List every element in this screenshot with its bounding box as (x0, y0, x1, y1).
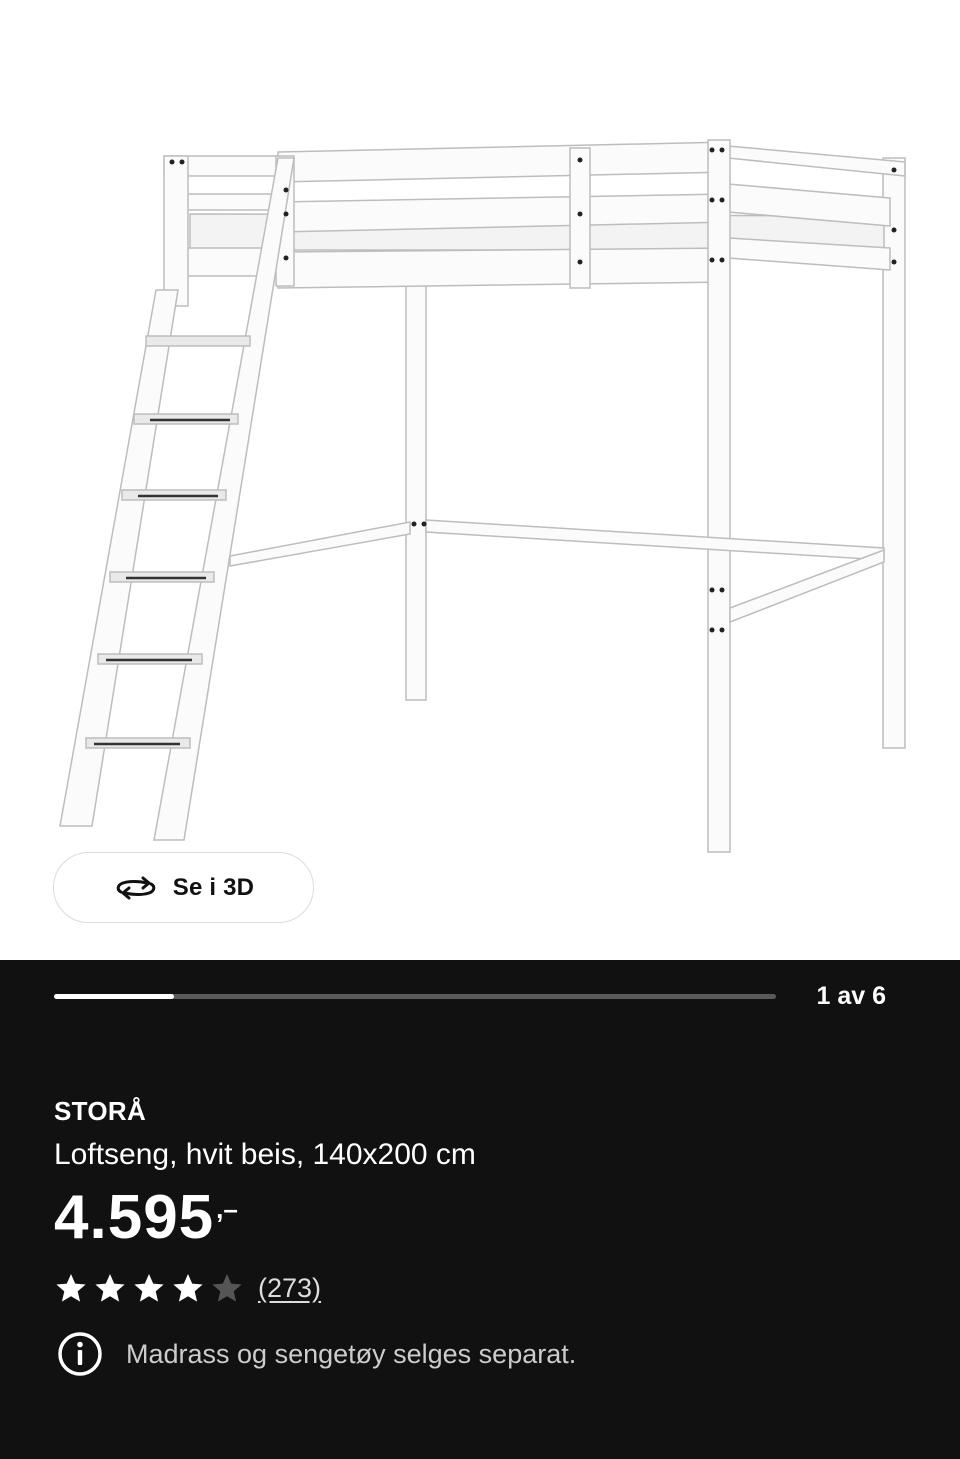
star-filled-icon (56, 1274, 86, 1302)
separate-sale-note-text: Madrass og sengetøy selges separat. (126, 1338, 577, 1369)
review-count-link[interactable]: (273) (258, 1273, 321, 1304)
product-price: 4.595 ,– (54, 1184, 238, 1252)
gallery-counter: 1 av 6 (816, 982, 886, 1010)
view-in-3d-label: Se i 3D (172, 873, 255, 901)
rotate-3d-icon (116, 876, 156, 899)
star-empty-icon (212, 1274, 242, 1302)
product-rating: (273) (54, 1272, 321, 1304)
product-description: Loftseng, hvit beis, 140x200 cm (54, 1138, 476, 1171)
product-name: STORÅ (54, 1096, 147, 1126)
gallery-progress-fill (54, 994, 175, 999)
star-filled-icon (134, 1274, 164, 1302)
price-suffix: ,– (216, 1194, 238, 1224)
separate-sale-note: Madrass og sengetøy selges separat. (56, 1330, 576, 1378)
rating-stars (54, 1272, 244, 1304)
info-icon (58, 1332, 102, 1376)
view-in-3d-button[interactable]: Se i 3D (53, 852, 314, 923)
loft-bed-product-image (59, 139, 906, 853)
product-info-panel: 1 av 6 STORÅ Loftseng, hvit beis, 140x20… (0, 960, 960, 1459)
product-image-gallery[interactable]: Se i 3D (0, 0, 960, 960)
price-amount: 4.595 (54, 1183, 215, 1252)
star-filled-icon (95, 1274, 125, 1302)
gallery-progress-bar (54, 994, 776, 999)
star-filled-icon (173, 1274, 203, 1302)
